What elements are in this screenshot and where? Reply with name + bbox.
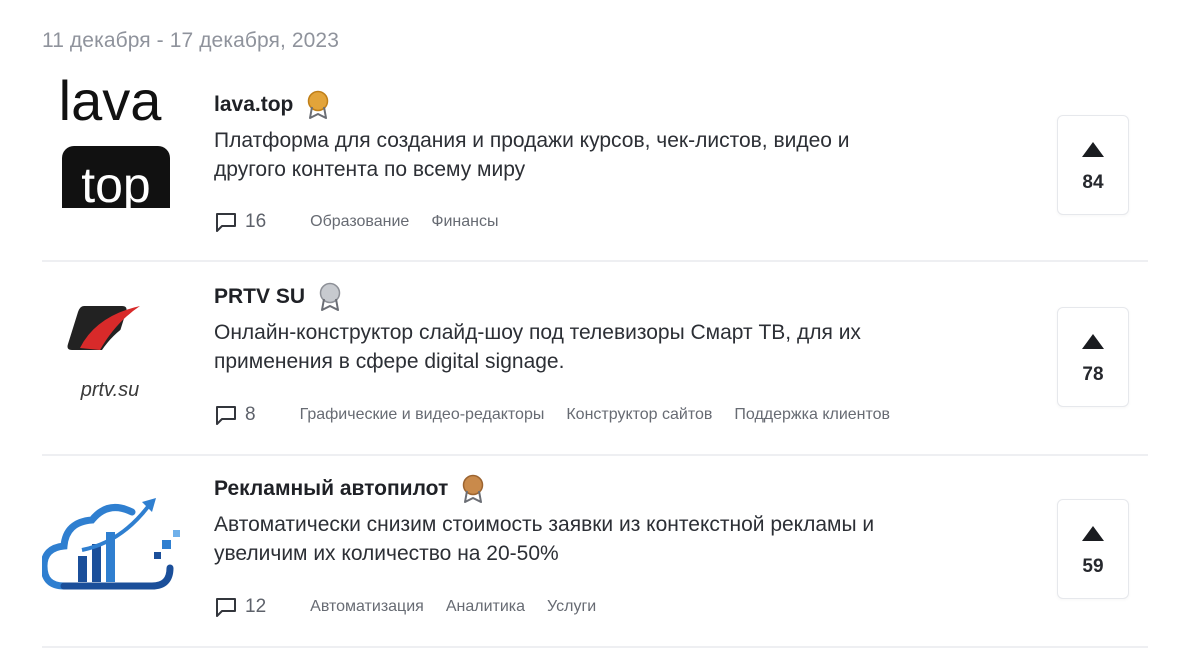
- product-description[interactable]: Платформа для создания и продажи курсов,…: [214, 126, 994, 184]
- logo-text-prtv: prtv.su: [80, 379, 140, 401]
- upvote-arrow-icon: [1082, 142, 1104, 157]
- logo-text-top: top: [81, 157, 151, 208]
- bronze-medal-icon: [463, 474, 484, 503]
- ad-autopilot-logo[interactable]: [40, 494, 180, 634]
- comment-count: 8: [245, 404, 256, 425]
- tag-education[interactable]: Образование: [310, 213, 409, 231]
- comment-count: 12: [245, 596, 267, 617]
- product-name[interactable]: Рекламный автопилот: [214, 477, 448, 501]
- tag-graphics-video-editors[interactable]: Графические и видео-редакторы: [300, 406, 545, 424]
- product-name[interactable]: lava.top: [214, 93, 293, 117]
- silver-medal-icon: [319, 282, 341, 311]
- product-description[interactable]: Онлайн-конструктор слайд-шоу под телевиз…: [214, 318, 994, 376]
- tag-services[interactable]: Услуги: [547, 598, 596, 616]
- prtv-logo[interactable]: prtv.su: [56, 286, 186, 426]
- tag-customer-support[interactable]: Поддержка клиентов: [734, 406, 890, 424]
- comment-icon: [216, 406, 236, 425]
- logo-text-lava: lava: [59, 69, 163, 132]
- week-date-range: 11 декабря - 17 декабря, 2023: [42, 29, 339, 52]
- tag-finance[interactable]: Финансы: [431, 213, 498, 231]
- tag-automation[interactable]: Автоматизация: [310, 598, 424, 616]
- upvote-button[interactable]: 59: [1057, 499, 1129, 599]
- comments-link[interactable]: 8: [214, 403, 256, 427]
- upvote-arrow-icon: [1082, 334, 1104, 349]
- product-card-lava-top[interactable]: lava top lava.top Платформа для создания…: [42, 68, 1148, 262]
- product-description[interactable]: Автоматически снизим стоимость заявки из…: [214, 510, 994, 568]
- vote-count: 59: [1082, 556, 1104, 577]
- upvote-arrow-icon: [1082, 526, 1104, 541]
- gold-medal-icon: [308, 90, 329, 119]
- comment-count: 16: [245, 211, 267, 232]
- comment-icon: [216, 598, 236, 617]
- product-name[interactable]: PRTV SU: [214, 285, 305, 309]
- vote-count: 78: [1082, 364, 1104, 385]
- tag-site-builder[interactable]: Конструктор сайтов: [566, 406, 712, 424]
- lava-top-logo[interactable]: lava top: [42, 68, 172, 226]
- product-card-ad-autopilot[interactable]: Рекламный автопилот Автоматически снизим…: [40, 454, 1148, 648]
- vote-count: 84: [1082, 172, 1104, 193]
- tag-analytics[interactable]: Аналитика: [446, 598, 525, 616]
- comment-icon: [216, 213, 236, 232]
- upvote-button[interactable]: 84: [1057, 115, 1129, 215]
- comments-link[interactable]: 16: [214, 210, 266, 234]
- upvote-button[interactable]: 78: [1057, 307, 1129, 407]
- product-card-prtv-su[interactable]: prtv.su PRTV SU Онлайн-конструктор слайд…: [42, 262, 1148, 456]
- comments-link[interactable]: 12: [214, 595, 266, 619]
